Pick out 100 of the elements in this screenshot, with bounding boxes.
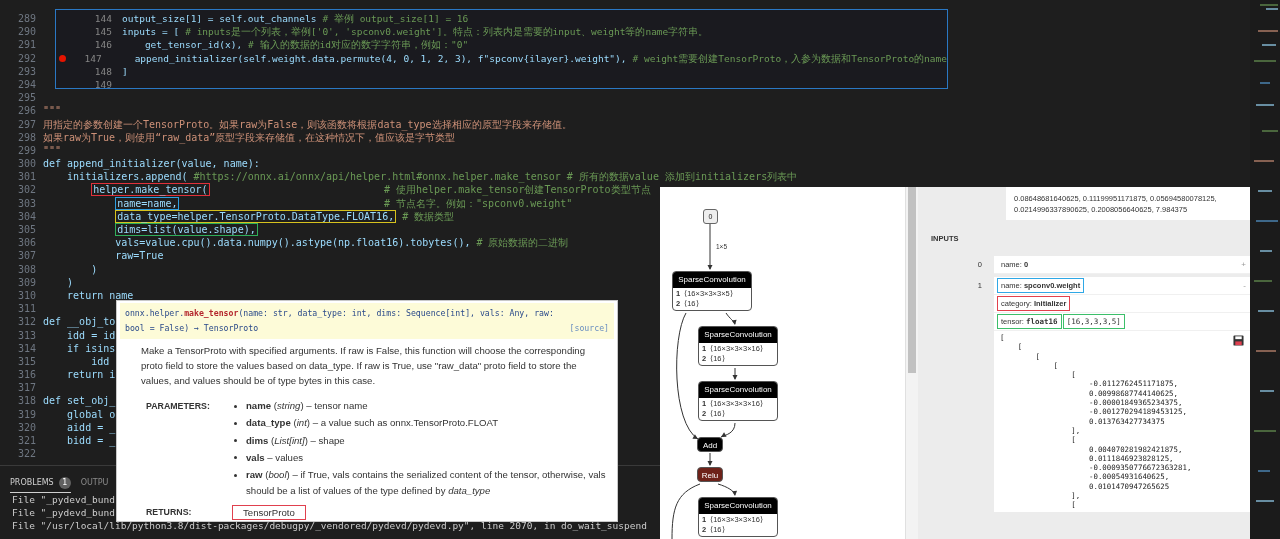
panel-tab[interactable]: OUTPU [80, 475, 109, 493]
line-number: 147 [83, 51, 103, 65]
line-number: 302 [16, 183, 37, 197]
node-title: SparseConvolution [699, 498, 777, 514]
code-comment: # 原始数据的二进制 [476, 236, 569, 250]
line-number: 319 [16, 407, 37, 421]
code-comment: # 举例 output_size[1] = 16 [322, 12, 469, 26]
bullet-icon [234, 404, 237, 408]
code-text: ) [91, 263, 98, 275]
line-number: 306 [16, 236, 37, 250]
operator-node[interactable]: Relu [697, 467, 723, 482]
line-number: 144 [93, 12, 113, 26]
code-text: initializers.append( [67, 171, 188, 183]
line-number: 315 [16, 354, 37, 369]
line-number: 149 [93, 77, 113, 92]
code-text: dims=list(value.shape), [115, 223, 258, 236]
edge-line [671, 483, 701, 539]
parameter-text: raw (bool) – if True, vals contains the serialized content of the tensor, otherwise, vals should be a list of values of the type defined by data_type [246, 468, 607, 498]
line-number: 290 [16, 25, 37, 39]
parameter-text: name (string) – tensor name [246, 399, 368, 413]
line-number: 145 [93, 25, 113, 39]
line-number: 322 [16, 447, 37, 461]
bullet-icon [234, 473, 237, 477]
code-text: get_tensor_id(x), [144, 39, 243, 51]
line-number: 308 [16, 262, 37, 276]
code-text: helper.make_tensor( [91, 183, 210, 197]
line-number: 311 [16, 302, 37, 316]
line-number: 307 [16, 249, 37, 263]
docstring-text: 用指定的参数创建一个TensorProto。如果raw为False，则该函数将根据data_type选择相应的原型字段来存储值。 [43, 118, 572, 130]
edge-arrow [732, 367, 738, 380]
node-title: SparseConvolution [673, 272, 751, 288]
line-number: 320 [16, 420, 37, 434]
description-text: Make a TensorProto with specified arguments. If raw is False, this function will choose the corresponding proto field to store the values based on data_type. If raw is True, use "raw_data" proto field to store the values, and values should be of type bytes in this case. [141, 344, 586, 388]
code-text: ] [122, 65, 128, 77]
line-number: 310 [16, 288, 37, 303]
line-number: 293 [16, 64, 37, 78]
bullet-icon [234, 439, 237, 443]
code-text: raw=True [115, 250, 164, 262]
line-number: 318 [16, 394, 37, 408]
code-text: def set_obj_ [43, 395, 116, 407]
line-number: 313 [16, 328, 37, 342]
edge-arrow [707, 223, 713, 270]
operator-node[interactable]: Add [697, 437, 723, 452]
code-text: idd [91, 355, 110, 367]
code-comment: # 输入的数据的id对应的数字字符串，例如："0" [248, 38, 469, 52]
line-number: 291 [16, 38, 37, 52]
code-text: def append_initializer(value, name): [43, 158, 260, 170]
line-number: 303 [16, 196, 37, 210]
terminal-line: File "_pydevd_bund [12, 506, 115, 519]
code-comment: # weight需要创建TensorProto，入参为数据和TensorProto的name [632, 51, 947, 65]
parameter-text: data_type (int) – a value such as onnx.TensorProto.FLOAT [246, 416, 499, 431]
edge-arrow [725, 312, 737, 325]
edge-arrow [717, 483, 738, 496]
line-number: 321 [16, 434, 37, 448]
parameter-text: dims (List[int]) – shape [246, 433, 345, 448]
docstring-text: 如果raw为True，则使用“raw_data”原型字段来存储值，在这种情况下，值应该是字节类型 [43, 131, 456, 143]
save-icon[interactable] [1233, 335, 1244, 346]
code-comment: # 使用helper.make_tensor创建TensorProto类型节点 [384, 183, 651, 197]
panel-tab[interactable]: PROBLEMS 1 [10, 475, 71, 493]
code-text: data_type=helper.TensorProto.DataType.FLOAT16, [115, 209, 397, 223]
node-title: SparseConvolution [699, 327, 777, 343]
docstring-text: """ [43, 144, 62, 156]
code-text: output_size[1] = self.out_channels [122, 13, 317, 25]
code-text: def __obj_to [43, 316, 116, 328]
code-text: vals=value.cpu().data.numpy().astype(np.float16).tobytes(), [115, 237, 471, 249]
code-text: idd = id [67, 329, 116, 341]
docstring-text: """ [43, 105, 62, 117]
line-number: 298 [16, 130, 37, 144]
parameter-text: vals – values [246, 450, 304, 465]
code-comment: # 节点名字。例如："spconv0.weight" [384, 196, 573, 210]
code-text: aidd = _ [67, 421, 116, 433]
edge-arrow [720, 422, 736, 438]
line-number: 297 [16, 117, 37, 131]
code-comment: # 数据类型 [402, 209, 455, 223]
line-number: 309 [16, 275, 37, 289]
bullet-icon [234, 456, 237, 460]
terminal-line: File "/usr/local/lib/python3.8/dist-packages/debugpy/_vendored/pydevd/pydevd.py", line 2070, in do_wait_suspend [12, 519, 647, 532]
line-number: 312 [16, 315, 37, 329]
line-number: 301 [16, 170, 37, 184]
line-number: 292 [16, 51, 37, 65]
bullet-icon [234, 421, 237, 425]
code-text: global o [67, 408, 116, 420]
code-text: bidd = _ [67, 435, 116, 446]
line-number: 289 [16, 12, 37, 26]
node-title: SparseConvolution [699, 382, 777, 398]
line-number: 316 [16, 368, 37, 382]
count-badge: 1 [58, 476, 71, 489]
code-text: if isins [67, 342, 116, 354]
line-number: 148 [93, 64, 113, 78]
code-text: append_initializer(self.weight.data.permute(4, 0, 1, 2, 3), f"spconv{ilayer}.weight"), [134, 52, 627, 64]
code-text: name=name, [115, 196, 180, 210]
terminal-line: File "_pydevd_bund [12, 493, 115, 506]
returns-label: RETURNS: [146, 506, 193, 519]
function-signature: onnx.helper.make_tensor(name: str, data_type: int, dims: Sequence[int], vals: Any, raw: bool = False) → TensorProto [125, 307, 555, 335]
code-text: return name [67, 289, 134, 301]
scrollbar[interactable] [905, 187, 918, 539]
breakpoint-icon[interactable] [58, 54, 66, 62]
line-number: 299 [16, 143, 37, 158]
code-comment: #https://onnx.ai/onnx/api/helper.html#onnx.helper.make_tensor # 所有的数据value 添加到initializers列表中 [193, 170, 798, 184]
line-number: 317 [16, 381, 37, 395]
